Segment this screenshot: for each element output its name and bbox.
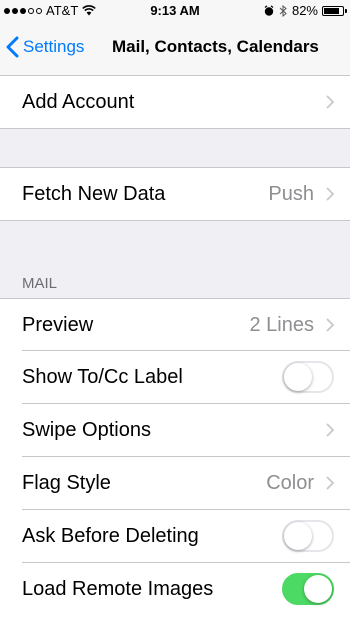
bluetooth-icon [279,4,287,17]
chevron-right-icon [326,318,334,332]
alarm-icon [264,4,274,16]
flag-style-row[interactable]: Flag Style Color [0,457,350,510]
preview-row[interactable]: Preview 2 Lines [0,298,350,351]
load-remote-images-toggle[interactable] [282,573,334,605]
ask-before-deleting-row: Ask Before Deleting [0,510,350,563]
fetch-new-data-row[interactable]: Fetch New Data Push [0,167,350,221]
back-label: Settings [23,37,85,56]
add-account-label: Add Account [22,91,135,113]
fetch-new-data-value: Push [268,183,314,205]
show-to-cc-label: Show To/Cc Label [22,366,183,388]
flag-style-value: Color [266,472,314,494]
preview-label: Preview [22,314,94,336]
chevron-right-icon [326,476,334,490]
ask-before-deleting-label: Ask Before Deleting [22,525,199,547]
status-right: 82% [264,3,347,18]
chevron-left-icon [6,36,19,58]
fetch-new-data-label: Fetch New Data [22,183,166,205]
mail-section-header: MAIL [22,275,58,292]
load-remote-images-row: Load Remote Images [0,563,350,620]
battery-percent: 82% [291,3,318,18]
preview-value: 2 Lines [249,314,315,336]
show-to-cc-row: Show To/Cc Label [0,351,350,404]
navigation-bar: Settings Mail, Contacts, Calendars [0,20,350,76]
chevron-right-icon [326,95,334,109]
add-account-row[interactable]: Add Account [0,76,350,129]
load-remote-images-label: Load Remote Images [22,578,214,600]
status-bar: AT&T 9:13 AM 82% [0,0,350,20]
ask-before-deleting-toggle[interactable] [282,520,334,552]
show-to-cc-toggle[interactable] [282,361,334,393]
swipe-options-row[interactable]: Swipe Options [0,404,350,457]
battery-icon [322,5,347,16]
page-title: Mail, Contacts, Calendars [112,37,319,56]
chevron-right-icon [326,187,334,201]
chevron-right-icon [326,423,334,437]
flag-style-label: Flag Style [22,472,111,494]
back-button[interactable]: Settings [6,36,84,58]
swipe-options-label: Swipe Options [22,419,151,441]
